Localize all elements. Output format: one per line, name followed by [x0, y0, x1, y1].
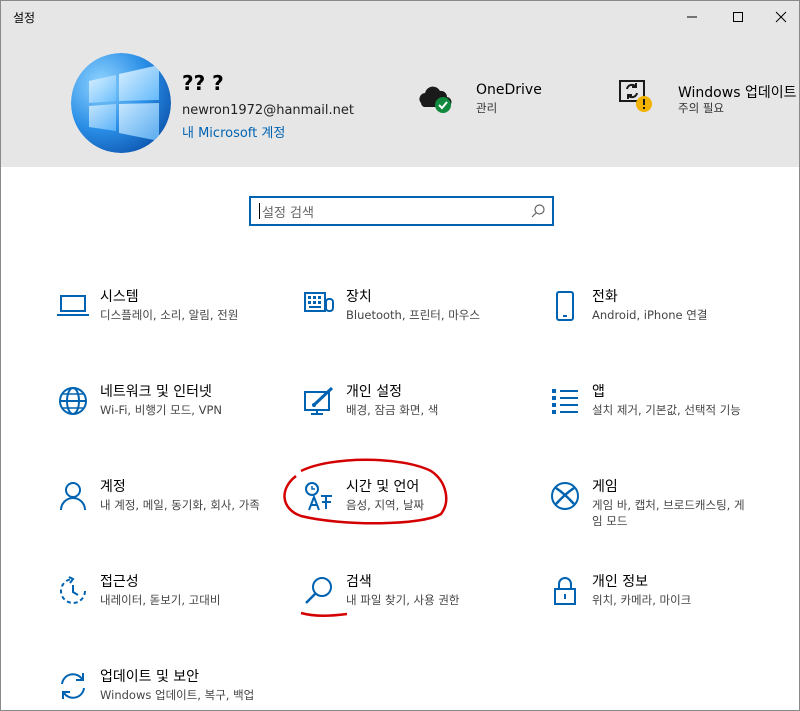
- category-search[interactable]: 검색 내 파일 찾기, 사용 권한: [299, 571, 529, 641]
- category-title: 장치: [346, 289, 372, 305]
- category-subtitle: 배경, 잠금 화면, 색: [346, 403, 439, 417]
- category-phone[interactable]: 전화 Android, iPhone 연결: [545, 286, 775, 356]
- category-update-security[interactable]: 업데이트 및 보안 Windows 업데이트, 복구, 백업: [53, 666, 283, 710]
- search-icon[interactable]: [530, 203, 546, 219]
- maximize-button[interactable]: [715, 1, 761, 33]
- search-icon: [299, 571, 339, 611]
- category-subtitle: 음성, 지역, 날짜: [346, 498, 425, 512]
- profile-header: ?? ? newron1972@hanmail.net 내 Microsoft …: [1, 33, 799, 167]
- time-language-icon: [299, 476, 339, 516]
- settings-window: 설정 ?? ? newron1972@hanmail.net 내 Microso…: [0, 0, 800, 711]
- category-subtitle: 위치, 카메라, 마이크: [592, 593, 692, 607]
- category-network[interactable]: 네트워크 및 인터넷 Wi-Fi, 비행기 모드, VPN: [53, 381, 283, 451]
- category-title: 네트워크 및 인터넷: [100, 384, 212, 400]
- category-ease-of-access[interactable]: 접근성 내레이터, 돋보기, 고대비: [53, 571, 283, 641]
- personalization-icon: [299, 381, 339, 421]
- category-devices[interactable]: 장치 Bluetooth, 프린터, 마우스: [299, 286, 529, 356]
- apps-list-icon: [545, 381, 585, 421]
- category-privacy[interactable]: 개인 정보 위치, 카메라, 마이크: [545, 571, 775, 641]
- category-title: 앱: [592, 384, 605, 400]
- windows-update-subtitle: 주의 필요: [678, 101, 724, 115]
- user-name: ?? ?: [182, 71, 224, 95]
- microsoft-account-link[interactable]: 내 Microsoft 계정: [182, 122, 285, 141]
- lock-icon: [545, 571, 585, 611]
- category-subtitle: 내레이터, 돋보기, 고대비: [100, 593, 221, 607]
- category-subtitle: 내 파일 찾기, 사용 권한: [346, 593, 460, 607]
- category-subtitle: Bluetooth, 프린터, 마우스: [346, 308, 480, 322]
- laptop-icon: [53, 286, 93, 326]
- text-caret: [259, 203, 260, 219]
- user-email: newron1972@hanmail.net: [182, 103, 354, 118]
- category-subtitle: 설치 제거, 기본값, 선택적 기능: [592, 403, 741, 417]
- category-subtitle: 내 계정, 메일, 동기화, 회사, 가족: [100, 498, 260, 512]
- windows-update-icon: [619, 80, 652, 112]
- search-input[interactable]: 설정 검색: [262, 202, 314, 221]
- category-subtitle: Windows 업데이트, 복구, 백업: [100, 688, 255, 702]
- category-subtitle: Android, iPhone 연결: [592, 308, 708, 322]
- close-button[interactable]: [758, 1, 799, 33]
- category-title: 개인 설정: [346, 384, 402, 400]
- minimize-icon: [687, 16, 697, 18]
- phone-icon: [545, 286, 585, 326]
- close-icon: [775, 11, 787, 23]
- category-title: 검색: [346, 574, 372, 590]
- onedrive-title: OneDrive: [476, 82, 542, 98]
- category-title: 게임: [592, 479, 618, 495]
- category-accounts[interactable]: 계정 내 계정, 메일, 동기화, 회사, 가족: [53, 476, 283, 546]
- ease-of-access-icon: [53, 571, 93, 611]
- category-personalization[interactable]: 개인 설정 배경, 잠금 화면, 색: [299, 381, 529, 451]
- category-title: 계정: [100, 479, 126, 495]
- category-subtitle: Wi-Fi, 비행기 모드, VPN: [100, 403, 223, 417]
- category-system[interactable]: 시스템 디스플레이, 소리, 알림, 전원: [53, 286, 283, 356]
- settings-search-box[interactable]: 설정 검색: [249, 196, 554, 226]
- avatar[interactable]: [71, 53, 171, 153]
- category-subtitle: 디스플레이, 소리, 알림, 전원: [100, 308, 239, 322]
- windows-update-title: Windows 업데이트: [678, 85, 797, 101]
- category-subtitle: 게임 바, 캡처, 브로드캐스팅, 게임 모드: [592, 498, 745, 528]
- category-title: 접근성: [100, 574, 139, 590]
- onedrive-icon: [419, 86, 452, 113]
- maximize-icon: [733, 12, 743, 22]
- xbox-icon: [545, 476, 585, 516]
- title-bar[interactable]: 설정: [1, 1, 799, 33]
- category-gaming[interactable]: 게임 게임 바, 캡처, 브로드캐스팅, 게임 모드: [545, 476, 775, 546]
- category-title: 시스템: [100, 289, 139, 305]
- onedrive-subtitle: 관리: [476, 101, 498, 115]
- update-sync-icon: [53, 666, 93, 706]
- category-title: 시간 및 언어: [346, 479, 420, 495]
- window-title: 설정: [13, 11, 36, 25]
- globe-icon: [53, 381, 93, 421]
- category-title: 전화: [592, 289, 618, 305]
- person-icon: [53, 476, 93, 516]
- minimize-button[interactable]: [669, 1, 715, 33]
- category-title: 개인 정보: [592, 574, 648, 590]
- keyboard-icon: [299, 286, 339, 326]
- category-time-language[interactable]: 시간 및 언어 음성, 지역, 날짜: [299, 476, 529, 546]
- category-apps[interactable]: 앱 설치 제거, 기본값, 선택적 기능: [545, 381, 775, 451]
- category-title: 업데이트 및 보안: [100, 669, 200, 685]
